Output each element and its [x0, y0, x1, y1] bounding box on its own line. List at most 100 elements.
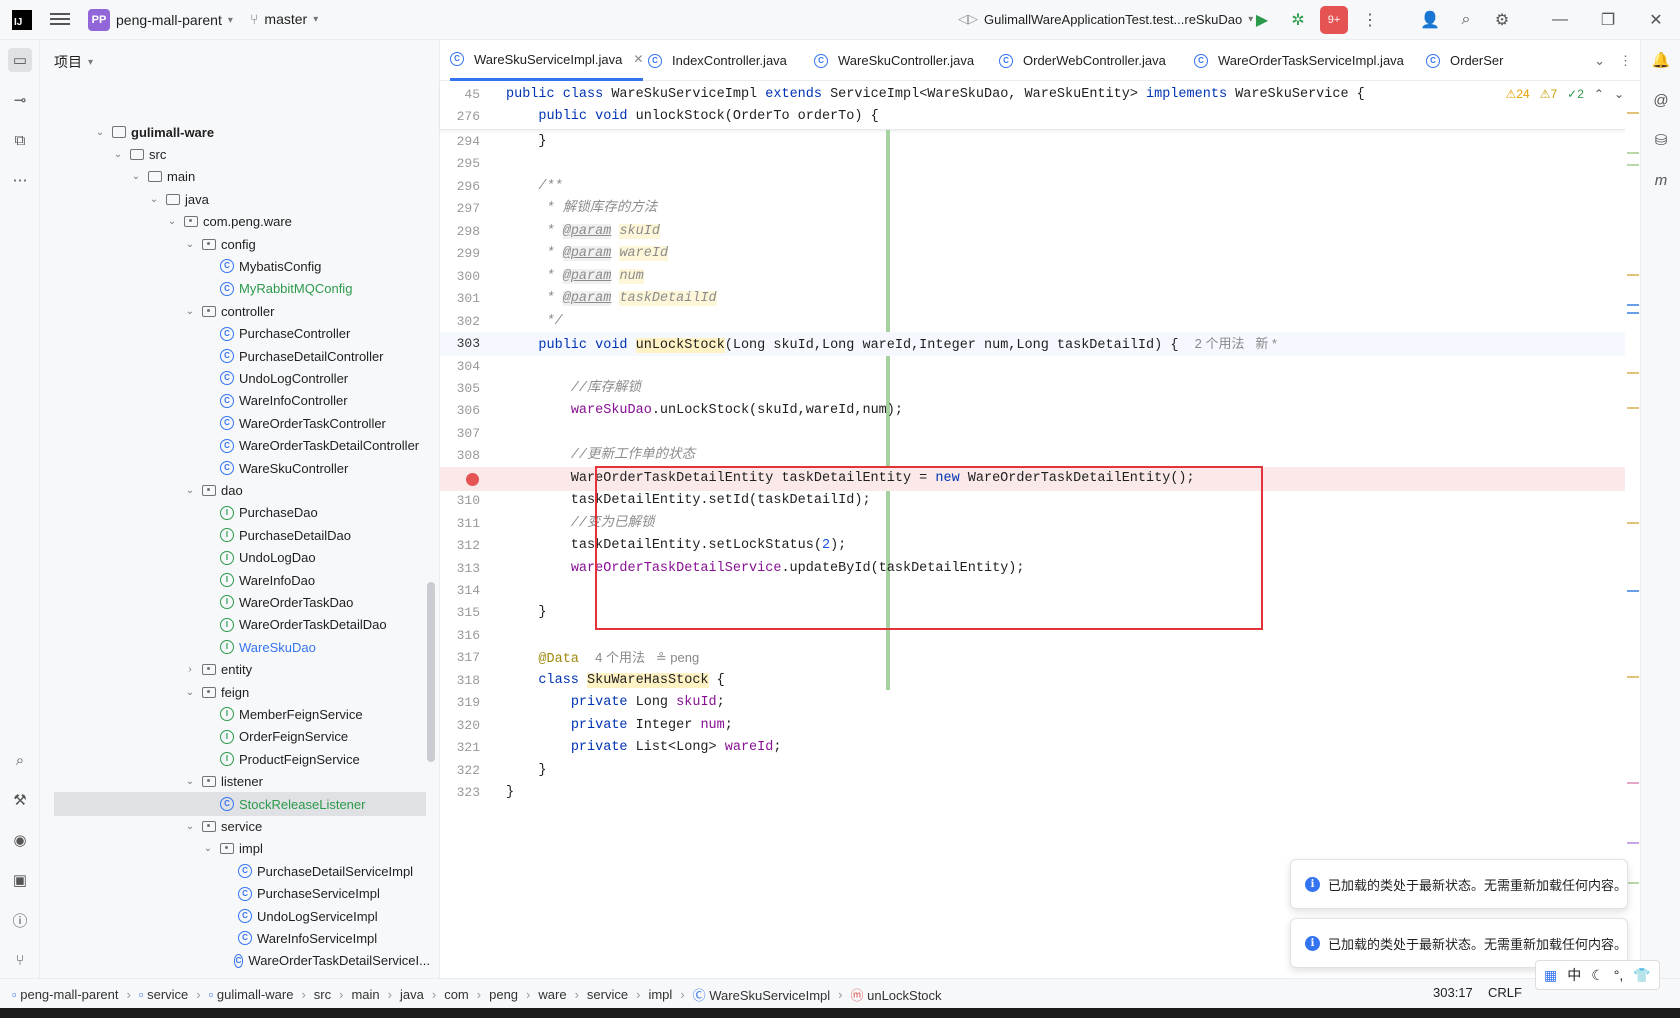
- more-tools-icon[interactable]: ⋯: [8, 168, 32, 192]
- chevron-down-icon[interactable]: ⌄: [1594, 53, 1605, 69]
- line-number[interactable]: 296: [440, 175, 480, 199]
- tree-item[interactable]: ⌄ main: [40, 165, 430, 189]
- code-line[interactable]: 301 * @param taskDetailId: [440, 287, 1640, 311]
- line-number[interactable]: 310: [440, 489, 480, 513]
- line-number[interactable]: 308: [440, 444, 480, 468]
- code-line[interactable]: 302 */: [440, 310, 1640, 334]
- notifications-icon[interactable]: 🔔: [1649, 48, 1673, 72]
- editor-tab[interactable]: C WareSkuController.java: [814, 40, 974, 81]
- structure-tool-icon[interactable]: ⧉: [8, 128, 32, 152]
- line-number[interactable]: 300: [440, 265, 480, 289]
- sticky-line[interactable]: 45 public class WareSkuServiceImpl extend…: [440, 83, 1640, 107]
- branch-selector[interactable]: ⑂ master ▾: [250, 11, 318, 27]
- line-number[interactable]: 316: [440, 624, 480, 648]
- tree-item[interactable]: ⌄ service: [40, 814, 430, 838]
- chevron-down-icon[interactable]: ⌄: [184, 239, 196, 250]
- editor-tab[interactable]: C OrderSer: [1426, 40, 1503, 81]
- tree-item[interactable]: C PurchaseController: [40, 322, 430, 346]
- tree-item[interactable]: ⌄ dao: [40, 478, 430, 502]
- notification-balloon[interactable]: i 已加载的类处于最新状态。无需重新加载任何内容。: [1290, 859, 1628, 909]
- line-number[interactable]: 298: [440, 220, 480, 244]
- line-number[interactable]: 307: [440, 422, 480, 446]
- more-icon[interactable]: ⋮: [1352, 0, 1388, 40]
- line-number[interactable]: 294: [440, 130, 480, 154]
- breadcrumb-item[interactable]: ▫ service: [139, 987, 188, 1002]
- build-tool-icon[interactable]: ⚒: [8, 788, 32, 812]
- chevron-right-icon[interactable]: ›: [184, 664, 196, 675]
- line-number[interactable]: 305: [440, 377, 480, 401]
- breadcrumb-item[interactable]: Ⓒ WareSkuServiceImpl: [693, 985, 831, 1004]
- line-number[interactable]: 320: [440, 714, 480, 738]
- tree-item[interactable]: C WareSkuController: [40, 456, 430, 480]
- tree-item[interactable]: C PurchaseServiceImpl: [40, 882, 430, 906]
- tree-item[interactable]: C WareOrderTaskController: [40, 411, 430, 435]
- chevron-down-icon[interactable]: ⌄: [112, 149, 124, 160]
- breakpoint-icon[interactable]: [466, 472, 479, 486]
- tree-item[interactable]: I UndoLogDao: [40, 546, 430, 570]
- add-user-icon[interactable]: 👤: [1412, 0, 1448, 40]
- chevron-down-icon[interactable]: ⌄: [94, 127, 106, 138]
- tree-item[interactable]: I ProductFeignService: [40, 747, 430, 771]
- line-number[interactable]: 306: [440, 399, 480, 423]
- line-number[interactable]: 321: [440, 736, 480, 760]
- tree-item[interactable]: ⌄ com.peng.ware: [40, 210, 430, 234]
- code-line[interactable]: 296 /**: [440, 175, 1640, 199]
- tree-item[interactable]: C WareInfoServiceImpl: [40, 926, 430, 950]
- breadcrumb-item[interactable]: ▫ peng-mall-parent: [12, 987, 119, 1002]
- line-number[interactable]: 313: [440, 557, 480, 581]
- line-number[interactable]: 317: [440, 646, 480, 670]
- editor-tab[interactable]: C IndexController.java: [648, 40, 787, 81]
- breadcrumb-item[interactable]: impl: [648, 987, 672, 1002]
- search-icon[interactable]: ⌕: [1448, 0, 1484, 40]
- record-button[interactable]: 9+: [1316, 0, 1352, 40]
- git-tool-icon[interactable]: ⑂: [8, 948, 32, 972]
- restore-icon[interactable]: ❐: [1584, 0, 1632, 40]
- line-number[interactable]: 303: [440, 332, 480, 356]
- code-line[interactable]: 319 private Long skuId;: [440, 691, 1640, 715]
- line-number[interactable]: 301: [440, 287, 480, 311]
- ai-assistant-icon[interactable]: @: [1649, 88, 1673, 112]
- problems-tool-icon[interactable]: ⓘ: [8, 908, 32, 932]
- chevron-down-icon[interactable]: ⌄: [184, 306, 196, 317]
- breadcrumb-item[interactable]: ⓜ unLockStock: [850, 985, 941, 1004]
- line-number[interactable]: 297: [440, 197, 480, 221]
- chevron-down-icon[interactable]: ⌄: [202, 843, 214, 854]
- tree-item[interactable]: I MemberFeignService: [40, 702, 430, 726]
- tab-more-icon[interactable]: ⋮: [1619, 53, 1632, 69]
- tree-item[interactable]: ⌄ java: [40, 187, 430, 211]
- database-icon[interactable]: ⛁: [1649, 128, 1673, 152]
- code-line[interactable]: 323}: [440, 781, 1640, 805]
- line-number[interactable]: 299: [440, 242, 480, 266]
- chevron-down-icon[interactable]: ⌄: [184, 687, 196, 698]
- caret-position[interactable]: 303:17: [1433, 985, 1473, 1000]
- terminal-tool-icon[interactable]: ▣: [8, 868, 32, 892]
- chevron-down-icon[interactable]: ⌄: [148, 194, 160, 205]
- editor-tab[interactable]: C WareOrderTaskServiceImpl.java: [1194, 40, 1404, 81]
- line-number[interactable]: 304: [440, 355, 480, 379]
- project-tree-scrollbar[interactable]: [427, 582, 435, 762]
- code-line[interactable]: 304: [440, 355, 1640, 379]
- code-line[interactable]: 322 }: [440, 759, 1640, 783]
- maven-icon[interactable]: m: [1649, 168, 1673, 192]
- breadcrumb-item[interactable]: com: [444, 987, 469, 1002]
- line-ending[interactable]: CRLF: [1488, 985, 1522, 1000]
- chevron-down-icon[interactable]: ⌄: [166, 216, 178, 227]
- run-icon[interactable]: ▶: [1244, 0, 1280, 40]
- tree-item[interactable]: C WareInfoController: [40, 389, 430, 413]
- tree-item[interactable]: C StockReleaseListener: [54, 792, 426, 816]
- tree-item[interactable]: I PurchaseDetailDao: [40, 523, 430, 547]
- line-number[interactable]: 323: [440, 781, 480, 805]
- chevron-down-icon[interactable]: ⌄: [184, 776, 196, 787]
- code-line[interactable]: 320 private Integer num;: [440, 714, 1640, 738]
- chevron-down-icon[interactable]: ⌄: [184, 821, 196, 832]
- code-line[interactable]: 294 }: [440, 130, 1640, 154]
- code-line[interactable]: 295: [440, 152, 1640, 176]
- code-line[interactable]: 317 @Data 4 个用法 ≗ peng: [440, 646, 1640, 670]
- tree-item[interactable]: I OrderFeignService: [40, 725, 430, 749]
- tree-item[interactable]: C UndoLogController: [40, 366, 430, 390]
- editor-tab[interactable]: C WareSkuServiceImpl.java ✕: [450, 40, 644, 81]
- line-number[interactable]: 295: [440, 152, 480, 176]
- code-line[interactable]: 305 //库存解锁: [440, 377, 1640, 401]
- close-icon[interactable]: ✕: [633, 52, 643, 66]
- code-line[interactable]: 298 * @param skuId: [440, 220, 1640, 244]
